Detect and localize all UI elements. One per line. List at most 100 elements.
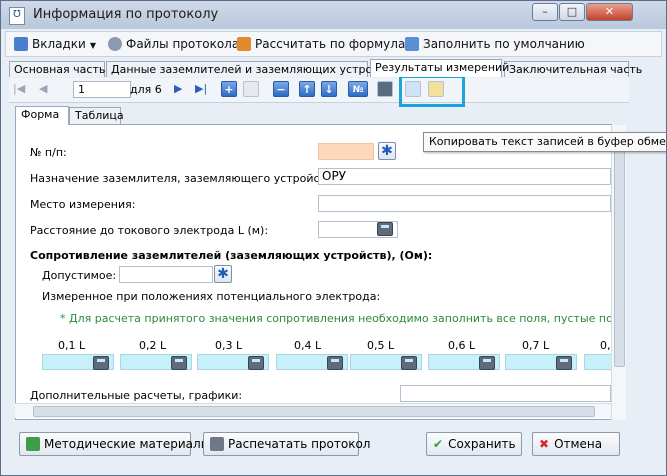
- delete-record-icon[interactable]: −: [273, 81, 289, 97]
- asterisk-icon[interactable]: ✱: [378, 142, 396, 160]
- paperclip-icon: [108, 37, 122, 51]
- toolbar: Вкладки ▼ Файлы протокола Рассчитать по ф…: [5, 31, 662, 57]
- asterisk-icon[interactable]: ✱: [214, 265, 232, 283]
- calculation-note: * Для расчета принятого значения сопроти…: [60, 312, 612, 325]
- position-field[interactable]: [120, 354, 192, 370]
- calculator-icon[interactable]: [401, 356, 417, 370]
- tab-conclusion[interactable]: Заключительная часть: [504, 61, 642, 77]
- tabs-menu-label: Вкладки: [32, 37, 86, 51]
- calculator-icon[interactable]: [93, 356, 109, 370]
- renumber-button[interactable]: №: [348, 81, 368, 97]
- calculator-icon[interactable]: [171, 356, 187, 370]
- book-icon: [26, 437, 40, 451]
- extra-field[interactable]: [400, 385, 611, 402]
- fill-default-button[interactable]: Заполнить по умолчанию: [405, 35, 585, 54]
- protocol-window: Ʊ Информация по протоколу – □ ✕ Вкладки ▼…: [0, 0, 667, 476]
- position-label: 0,5 L: [367, 339, 395, 352]
- position-field[interactable]: [42, 354, 114, 370]
- place-label: Место измерения:: [30, 198, 136, 211]
- print-button[interactable]: Распечатать протокол: [203, 432, 370, 456]
- grid-icon[interactable]: [377, 81, 393, 97]
- fill-icon: [405, 37, 419, 51]
- calculator-icon[interactable]: [556, 356, 572, 370]
- close-button[interactable]: ✕: [586, 3, 633, 21]
- tooltip: Копировать текст записей в буфер обмена: [423, 132, 666, 152]
- add-record-icon[interactable]: +: [221, 81, 237, 97]
- window-title: Информация по протоколу: [33, 7, 219, 22]
- position-label: 0,1 L: [58, 339, 86, 352]
- tabs-menu-button[interactable]: Вкладки ▼: [14, 35, 96, 54]
- subtab-form[interactable]: Форма: [15, 106, 69, 125]
- extra-label: Дополнительные расчеты, графики:: [30, 389, 243, 402]
- tab-main[interactable]: Основная часть: [9, 61, 105, 77]
- methodical-button[interactable]: Методические материалы: [19, 432, 210, 456]
- printer-icon: [210, 437, 224, 451]
- title-bar: Ʊ Информация по протоколу – □ ✕: [1, 1, 666, 29]
- allowed-label: Допустимое:: [42, 269, 117, 282]
- record-form: № п/п: ✱ Назначение заземлителя, заземля…: [15, 124, 612, 420]
- cancel-label: Отмена: [554, 437, 603, 451]
- position-field[interactable]: [350, 354, 422, 370]
- first-record-button[interactable]: |◀: [13, 82, 25, 95]
- move-up-icon[interactable]: ↑: [299, 81, 315, 97]
- scroll-thumb[interactable]: [614, 145, 625, 367]
- purpose-label: Назначение заземлителя, заземляющего уст…: [30, 172, 343, 185]
- print-label: Распечатать протокол: [228, 437, 371, 451]
- measured-label: Измеренное при положениях потенциального…: [42, 290, 381, 303]
- distance-label: Расстояние до токового электрода L (м):: [30, 224, 269, 237]
- next-record-button[interactable]: ▶: [174, 82, 182, 95]
- maximize-button[interactable]: □: [559, 3, 585, 21]
- purpose-field[interactable]: ОРУ: [318, 168, 611, 185]
- scroll-thumb[interactable]: [33, 406, 595, 417]
- cancel-button[interactable]: ✖ Отмена: [532, 432, 620, 456]
- calculator-icon[interactable]: [479, 356, 495, 370]
- checkmark-icon: ✔: [433, 437, 444, 451]
- position-label: 0,2 L: [139, 339, 167, 352]
- number-label: № п/п:: [30, 146, 67, 159]
- tabs-icon: [14, 37, 28, 51]
- position-label: 0,6 L: [448, 339, 476, 352]
- resistance-heading: Сопротивление заземлителей (заземляющих …: [30, 249, 433, 262]
- calculate-button[interactable]: Рассчитать по формулам: [237, 35, 414, 54]
- calculate-label: Рассчитать по формулам: [255, 37, 415, 51]
- calculator-icon[interactable]: [248, 356, 264, 370]
- prev-record-button[interactable]: ◀: [39, 82, 47, 95]
- app-icon: Ʊ: [9, 7, 25, 25]
- position-field[interactable]: [584, 354, 611, 370]
- methodical-label: Методические материалы: [44, 437, 211, 451]
- record-count-text: для 6: [130, 83, 162, 96]
- bottom-buttons: Методические материалы Распечатать прото…: [9, 427, 629, 467]
- tab-results[interactable]: Результаты измерений: [370, 59, 509, 77]
- position-label: 0,4 L: [294, 339, 322, 352]
- position-field[interactable]: [505, 354, 577, 370]
- cross-icon: ✖: [539, 437, 550, 451]
- save-button[interactable]: ✔ Сохранить: [426, 432, 522, 456]
- last-record-button[interactable]: ▶|: [195, 82, 207, 95]
- save-label: Сохранить: [448, 437, 516, 451]
- position-field[interactable]: [197, 354, 269, 370]
- move-down-icon[interactable]: ↓: [321, 81, 337, 97]
- copy-record-icon[interactable]: [243, 81, 259, 97]
- files-label: Файлы протокола: [126, 37, 240, 51]
- calculator-icon[interactable]: [377, 222, 393, 236]
- record-number-input[interactable]: 1: [73, 81, 131, 98]
- position-field[interactable]: [276, 354, 348, 370]
- position-label: 0,: [600, 339, 611, 352]
- calculator-icon[interactable]: [327, 356, 343, 370]
- allowed-field[interactable]: [119, 266, 213, 283]
- subtab-table[interactable]: Таблица: [69, 107, 124, 124]
- record-navigator: |◀ ◀ 1 для 6 ▶ ▶| + − ↑ ↓ №: [9, 78, 629, 103]
- calculate-icon: [237, 37, 251, 51]
- place-field[interactable]: [318, 195, 611, 212]
- number-field[interactable]: [318, 143, 374, 160]
- position-label: 0,7 L: [522, 339, 550, 352]
- files-button[interactable]: Файлы протокола: [108, 35, 239, 54]
- horizontal-scrollbar[interactable]: [15, 403, 611, 418]
- minimize-button[interactable]: –: [532, 3, 558, 21]
- vertical-scrollbar[interactable]: [611, 125, 626, 420]
- tab-grounding-data[interactable]: Данные заземлителей и заземляющих устрой…: [106, 61, 398, 77]
- position-label: 0,3 L: [215, 339, 243, 352]
- position-field[interactable]: [428, 354, 500, 370]
- highlight-box: [399, 75, 465, 107]
- fill-default-label: Заполнить по умолчанию: [423, 37, 585, 51]
